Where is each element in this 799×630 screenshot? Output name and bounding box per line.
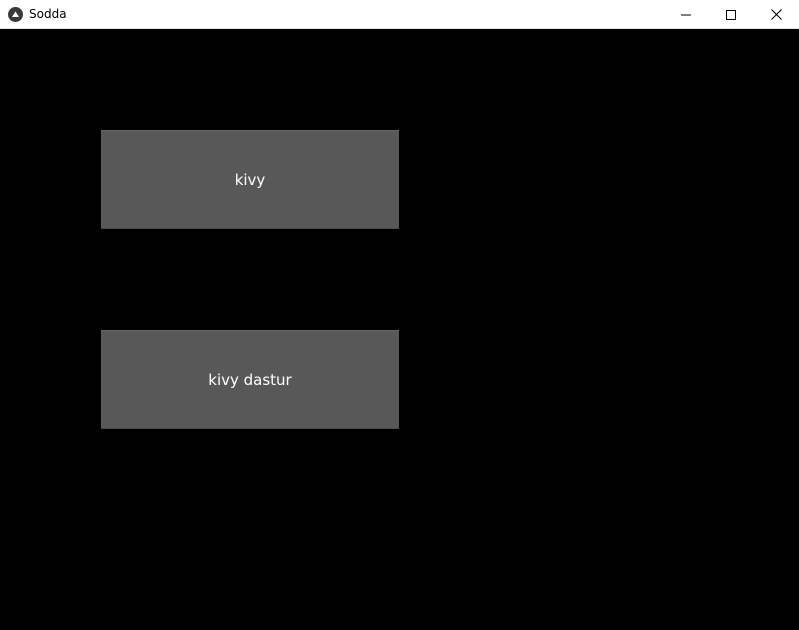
kivy-logo-icon: [8, 7, 23, 22]
window-title: Sodda: [29, 7, 67, 21]
app-content: kivy kivy dastur: [0, 29, 799, 630]
maximize-button[interactable]: [708, 0, 754, 29]
kivy-button[interactable]: kivy: [101, 130, 399, 229]
kivy-dastur-button[interactable]: kivy dastur: [101, 330, 399, 429]
title-bar[interactable]: Sodda: [0, 0, 799, 29]
close-button[interactable]: [753, 0, 799, 29]
kivy-button-label: kivy: [234, 170, 266, 189]
minimize-icon: [681, 10, 691, 20]
close-icon: [770, 9, 782, 20]
app-window: Sodda kivy kivy dastur: [0, 0, 799, 630]
maximize-icon: [726, 9, 736, 20]
kivy-dastur-button-label: kivy dastur: [208, 370, 292, 389]
minimize-button[interactable]: [663, 0, 709, 29]
